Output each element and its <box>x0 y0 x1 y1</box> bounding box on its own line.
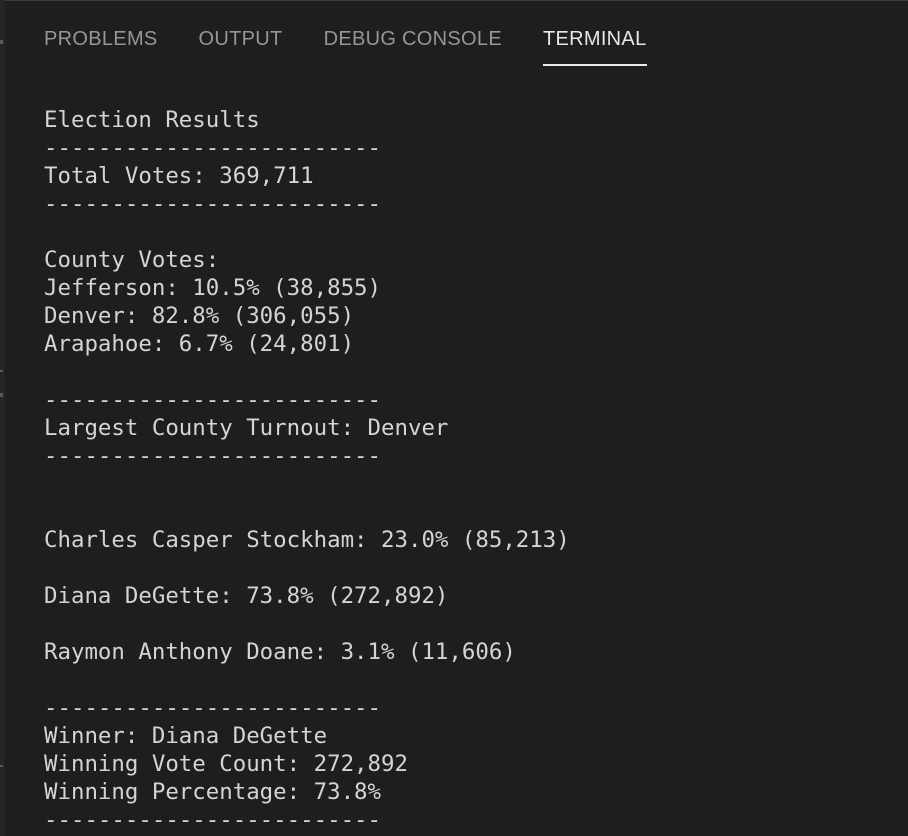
terminal-line: Winner: Diana DeGette <box>44 723 328 749</box>
terminal-line: Raymon Anthony Doane: 3.1% (11,606) <box>44 639 516 665</box>
terminal-output[interactable]: Election Results ------------------------… <box>44 106 894 836</box>
terminal-line: ------------------------- <box>44 191 382 217</box>
terminal-line: Total Votes: 369,711 <box>44 163 314 189</box>
sash-marker <box>0 393 3 397</box>
terminal-line: Winning Vote Count: 272,892 <box>44 751 408 777</box>
sash-marker <box>0 765 3 767</box>
terminal-line: County Votes: <box>44 247 220 273</box>
panel-tab-bar: PROBLEMS OUTPUT DEBUG CONSOLE TERMINAL <box>44 22 647 66</box>
terminal-line: Jefferson: 10.5% (38,855) <box>44 275 382 301</box>
tab-terminal[interactable]: TERMINAL <box>542 22 647 66</box>
terminal-line: Diana DeGette: 73.8% (272,892) <box>44 583 449 609</box>
terminal-line: Charles Casper Stockham: 23.0% (85,213) <box>44 527 570 553</box>
terminal-line: ------------------------- <box>44 443 382 469</box>
terminal-line: Election Results <box>44 107 260 133</box>
terminal-line: Denver: 82.8% (306,055) <box>44 303 355 329</box>
tab-debug-console[interactable]: DEBUG CONSOLE <box>324 22 502 66</box>
tab-output[interactable]: OUTPUT <box>199 22 283 66</box>
terminal-panel: PROBLEMS OUTPUT DEBUG CONSOLE TERMINAL E… <box>0 0 908 836</box>
terminal-line: Winning Percentage: 73.8% <box>44 779 382 805</box>
panel-top-border <box>0 0 908 1</box>
terminal-line: Largest County Turnout: Denver <box>44 415 449 441</box>
terminal-line: Arapahoe: 6.7% (24,801) <box>44 331 355 357</box>
terminal-line: ------------------------- <box>44 135 382 161</box>
terminal-line: ------------------------- <box>44 695 382 721</box>
terminal-line: ------------------------- <box>44 807 382 833</box>
sash-marker <box>0 40 3 44</box>
terminal-line: ------------------------- <box>44 387 382 413</box>
tab-problems[interactable]: PROBLEMS <box>44 22 158 66</box>
panel-left-edge <box>0 0 5 836</box>
sash-marker <box>0 370 3 372</box>
